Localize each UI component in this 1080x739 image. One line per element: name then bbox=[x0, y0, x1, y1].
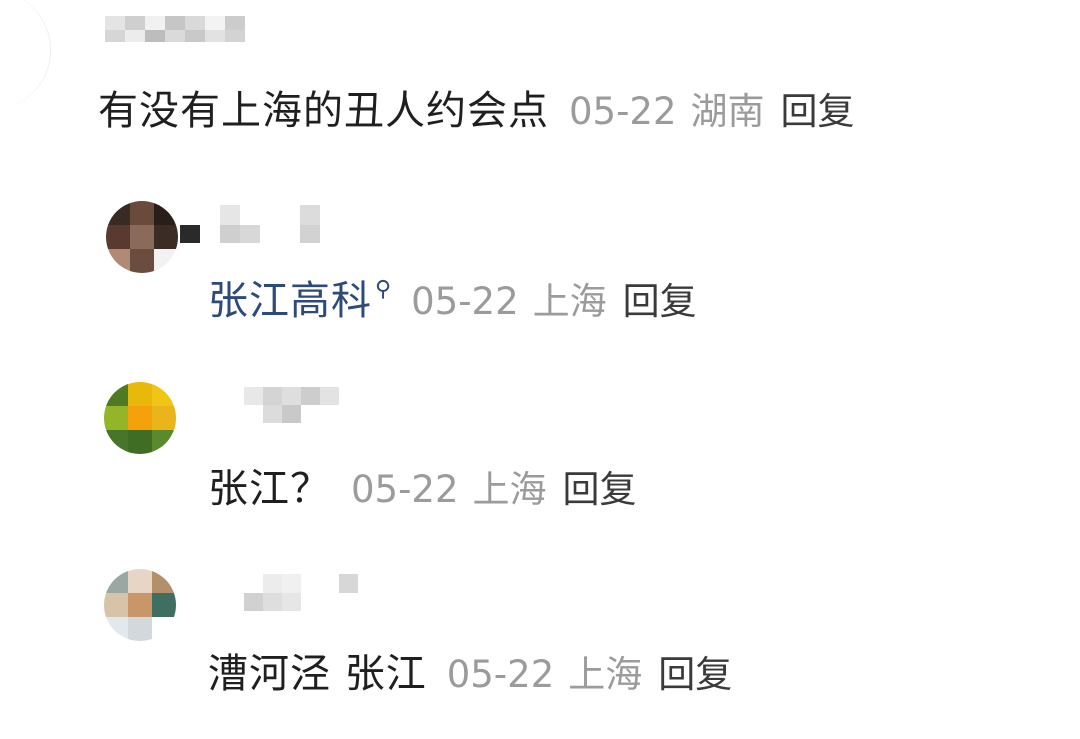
avatar[interactable] bbox=[104, 569, 176, 641]
reply-1: 张江高科 ⚲ 05-22 上海 回复 bbox=[208, 268, 697, 326]
comment-text: 有没有上海的丑人约会点 bbox=[98, 88, 549, 134]
username-blurred bbox=[105, 16, 245, 42]
comment-date: 05-22 bbox=[411, 280, 519, 323]
reply-button[interactable]: 回复 bbox=[623, 271, 697, 325]
comment-date: 05-22 bbox=[351, 468, 459, 511]
reply-button[interactable]: 回复 bbox=[781, 81, 855, 135]
comment-location: 上海 bbox=[532, 280, 607, 323]
avatar-edge-decoration bbox=[0, 0, 51, 110]
username-blurred bbox=[180, 205, 320, 243]
comment-location: 上海 bbox=[472, 468, 547, 511]
username-blurred bbox=[244, 387, 339, 423]
reply-2: 张江？ 05-22 上海 回复 bbox=[208, 456, 637, 514]
reply-3: 漕河泾 张江 05-22 上海 回复 bbox=[208, 641, 732, 699]
comment-text: 张江？ bbox=[208, 466, 331, 512]
comment-date: 05-22 bbox=[569, 90, 677, 133]
username-blurred bbox=[244, 574, 358, 611]
search-icon[interactable]: ⚲ bbox=[375, 277, 391, 302]
comment-location: 上海 bbox=[568, 653, 643, 696]
avatar[interactable] bbox=[106, 201, 178, 273]
comment-location: 湖南 bbox=[690, 90, 765, 133]
avatar[interactable] bbox=[104, 382, 176, 454]
comment-text: 漕河泾 张江 bbox=[208, 651, 427, 697]
reply-button[interactable]: 回复 bbox=[658, 644, 732, 698]
topic-link[interactable]: 张江高科 bbox=[208, 268, 372, 326]
reply-button[interactable]: 回复 bbox=[563, 459, 637, 513]
top-comment: 有没有上海的丑人约会点 05-22 湖南 回复 bbox=[98, 78, 855, 136]
comment-date: 05-22 bbox=[446, 653, 555, 696]
